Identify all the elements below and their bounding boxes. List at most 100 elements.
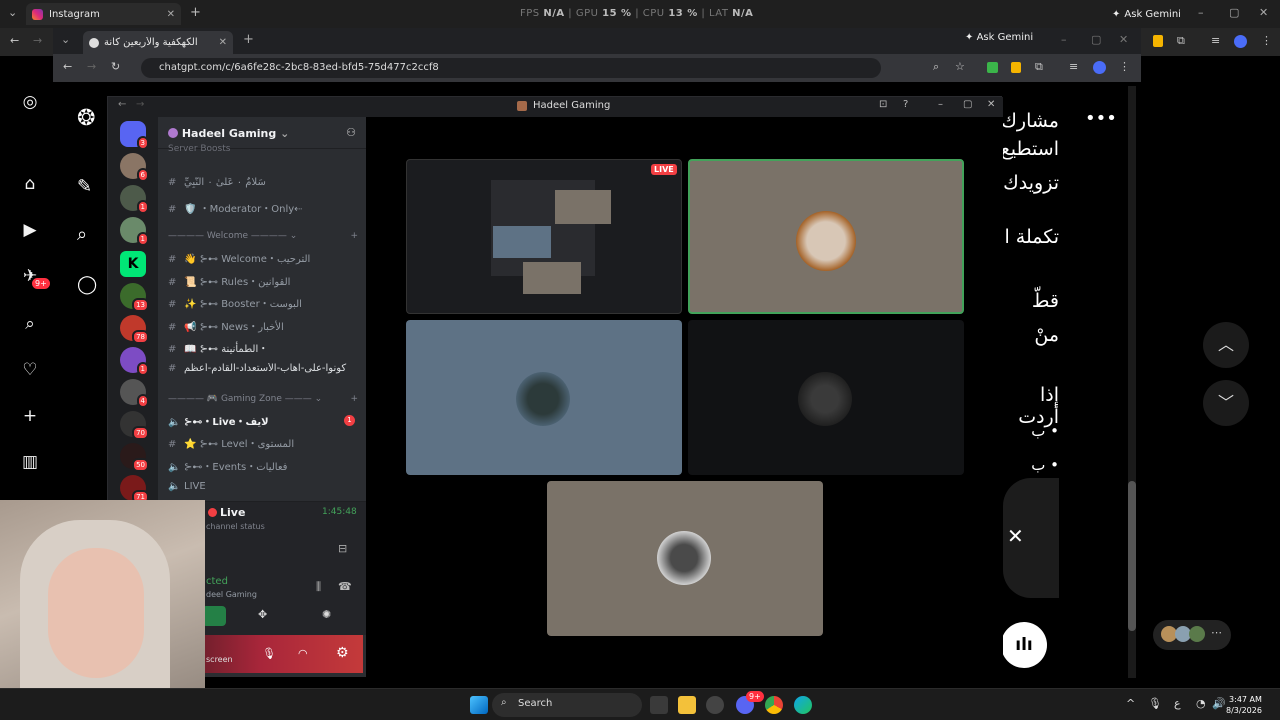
home-icon[interactable]: ⌂	[20, 174, 40, 194]
page-scrollbar[interactable]	[1128, 86, 1136, 678]
screen-icon[interactable]: ⊟	[338, 542, 347, 555]
tab-list-icon[interactable]: ⌄	[8, 6, 17, 19]
server-icon[interactable]: 1	[120, 185, 149, 214]
soundboard-icon[interactable]: ✺	[322, 608, 331, 621]
minimize-icon[interactable]: –	[1061, 33, 1067, 46]
close-window-icon[interactable]: ✕	[1259, 6, 1268, 19]
add-member-icon[interactable]: ⚇	[346, 126, 356, 139]
chatgpt-logo-icon[interactable]: ❂	[77, 106, 95, 131]
forward-icon[interactable]: →	[87, 60, 96, 73]
server-boosts[interactable]: Server Boosts	[168, 144, 358, 154]
settings-gear-icon[interactable]: ⚙	[336, 645, 349, 661]
channel-item[interactable]: # كونوا-على-اهاب-الأستعداد-القادم-أعظم	[168, 363, 358, 381]
search-icon[interactable]: ⌕	[20, 314, 40, 334]
close-window-icon[interactable]: ✕	[987, 99, 995, 110]
voice-channel-live[interactable]: 🔈 ⊱⊷・Live・لايف	[168, 413, 358, 431]
discord-app-icon[interactable]: 9+	[736, 691, 764, 714]
dashboard-icon[interactable]: ▥	[20, 452, 40, 472]
menu-icon[interactable]: ⋮	[1261, 34, 1272, 47]
server-icon[interactable]: 6	[120, 153, 149, 182]
participant-tile-speaking[interactable]	[688, 159, 964, 314]
create-icon[interactable]: +	[20, 406, 40, 426]
start-icon[interactable]	[470, 696, 488, 714]
headphones-icon[interactable]: ◠	[298, 647, 308, 660]
minimize-icon[interactable]: –	[938, 99, 943, 110]
inbox-icon[interactable]: ⊡	[879, 99, 887, 110]
more-options-icon[interactable]: •••	[1085, 108, 1117, 129]
ask-gemini-button[interactable]: ✦ Ask Gemini	[1106, 5, 1187, 23]
new-chat-icon[interactable]: ✎	[77, 176, 92, 197]
puzzle-icon[interactable]: ⧉	[1035, 60, 1043, 74]
add-channel-icon[interactable]: +	[350, 394, 358, 404]
participant-tile[interactable]	[406, 320, 682, 475]
extension-icon[interactable]	[1011, 62, 1021, 73]
mic-tray-icon[interactable]: 🎙	[1148, 697, 1162, 710]
participants-pill[interactable]: ⋯	[1153, 620, 1231, 650]
camera-button[interactable]	[202, 606, 226, 626]
heart-icon[interactable]: ♡	[20, 360, 40, 380]
instagram-logo-icon[interactable]: ◎	[20, 92, 40, 112]
help-icon[interactable]: ?	[903, 99, 908, 110]
extension-icon[interactable]	[1153, 35, 1163, 47]
task-view-icon[interactable]	[650, 696, 668, 714]
stream-tile[interactable]: LIVE	[406, 159, 682, 314]
channel-status[interactable]: channel status	[206, 522, 265, 531]
bookmark-star-icon[interactable]: ☆	[955, 60, 965, 73]
profile-avatar[interactable]	[1093, 61, 1106, 74]
back-icon[interactable]: ←	[10, 34, 19, 47]
voice-mode-button[interactable]: ılı	[1001, 622, 1047, 668]
activities-icon[interactable]: ✥	[258, 608, 267, 621]
settings-app-icon[interactable]	[706, 696, 724, 714]
close-tab-icon[interactable]: ✕	[219, 37, 227, 48]
language-indicator[interactable]: ع	[1174, 697, 1181, 710]
channel-item[interactable]: # 📢 ⊱⊷ News・الأخبار	[168, 318, 358, 336]
channel-item[interactable]: # ✨ ⊱⊷ Booster・البوست	[168, 295, 358, 313]
add-channel-icon[interactable]: +	[350, 231, 358, 241]
maximize-icon[interactable]: ▢	[1229, 6, 1239, 19]
ask-gemini-button[interactable]: ✦ Ask Gemini	[965, 32, 1033, 43]
close-window-icon[interactable]: ✕	[1119, 33, 1128, 46]
chat-bubble-icon[interactable]: ◯	[77, 274, 97, 295]
noise-suppression-icon[interactable]: ⫼	[316, 580, 321, 594]
mic-icon[interactable]: 🎙	[262, 647, 276, 660]
profile-avatar[interactable]	[1234, 35, 1247, 48]
reels-icon[interactable]: ▶	[20, 220, 40, 240]
edge-icon[interactable]	[794, 696, 812, 714]
new-tab-icon[interactable]: +	[190, 5, 201, 20]
file-explorer-icon[interactable]	[678, 696, 696, 714]
media-icon[interactable]: ≡	[1069, 60, 1078, 73]
puzzle-icon[interactable]: ⧉	[1177, 34, 1185, 48]
close-tab-icon[interactable]: ✕	[167, 9, 175, 20]
voice-channel-live-2[interactable]: 🔈 LIVE	[168, 481, 358, 499]
url-field[interactable]: chatgpt.com/c/6a6fe28c-2bc8-83ed-bfd5-75…	[141, 58, 881, 78]
back-icon[interactable]: ←	[63, 60, 72, 73]
inner-tab-chatgpt[interactable]: الكهكفية والأربعين كانة ✕	[83, 31, 233, 54]
chrome-icon[interactable]	[765, 696, 783, 714]
wifi-icon[interactable]: ◔	[1196, 697, 1206, 710]
tab-list-icon[interactable]: ⌄	[61, 33, 70, 46]
tray-expand-icon[interactable]: ^	[1126, 697, 1135, 710]
server-icon[interactable]: 1	[120, 347, 149, 376]
zoom-icon[interactable]: ⌕	[933, 60, 939, 74]
outer-tab-instagram[interactable]: Instagram ✕	[26, 3, 181, 25]
new-tab-icon[interactable]: +	[243, 32, 254, 47]
channel-item[interactable]: # ⭐ ⊱⊷ Level・المستوى	[168, 435, 358, 453]
search-chats-icon[interactable]: ⌕	[77, 224, 87, 245]
forward-icon[interactable]: →	[33, 34, 42, 47]
taskbar-search[interactable]: ⌕ Search	[492, 693, 642, 717]
close-voice-icon[interactable]: ✕	[1007, 524, 1024, 548]
media-icon[interactable]: ≡	[1211, 34, 1220, 47]
channel-item[interactable]: # سَلامٌ ۰ عَلَىٰ ۰ النَّبِيِّ	[168, 177, 358, 195]
server-icon[interactable]: 4	[120, 379, 149, 408]
server-icon[interactable]: 50	[120, 443, 149, 472]
system-clock[interactable]: 3:47 AM 8/3/2026	[1226, 694, 1262, 716]
scroll-down-button[interactable]: ﹀	[1203, 380, 1249, 426]
menu-icon[interactable]: ⋮	[1119, 60, 1130, 73]
maximize-icon[interactable]: ▢	[1091, 33, 1101, 46]
channel-item[interactable]: # 📜 ⊱⊷ Rules・القوانين	[168, 273, 358, 291]
server-icon[interactable]: 13	[120, 283, 149, 312]
participant-tile[interactable]	[688, 320, 964, 475]
channel-item[interactable]: # 👋 ⊱⊷ Welcome・الترحيب	[168, 250, 358, 268]
forward-icon[interactable]: →	[136, 99, 144, 110]
channel-item[interactable]: # 📖 ⊱⊷ الطمأنينة・	[168, 340, 358, 358]
